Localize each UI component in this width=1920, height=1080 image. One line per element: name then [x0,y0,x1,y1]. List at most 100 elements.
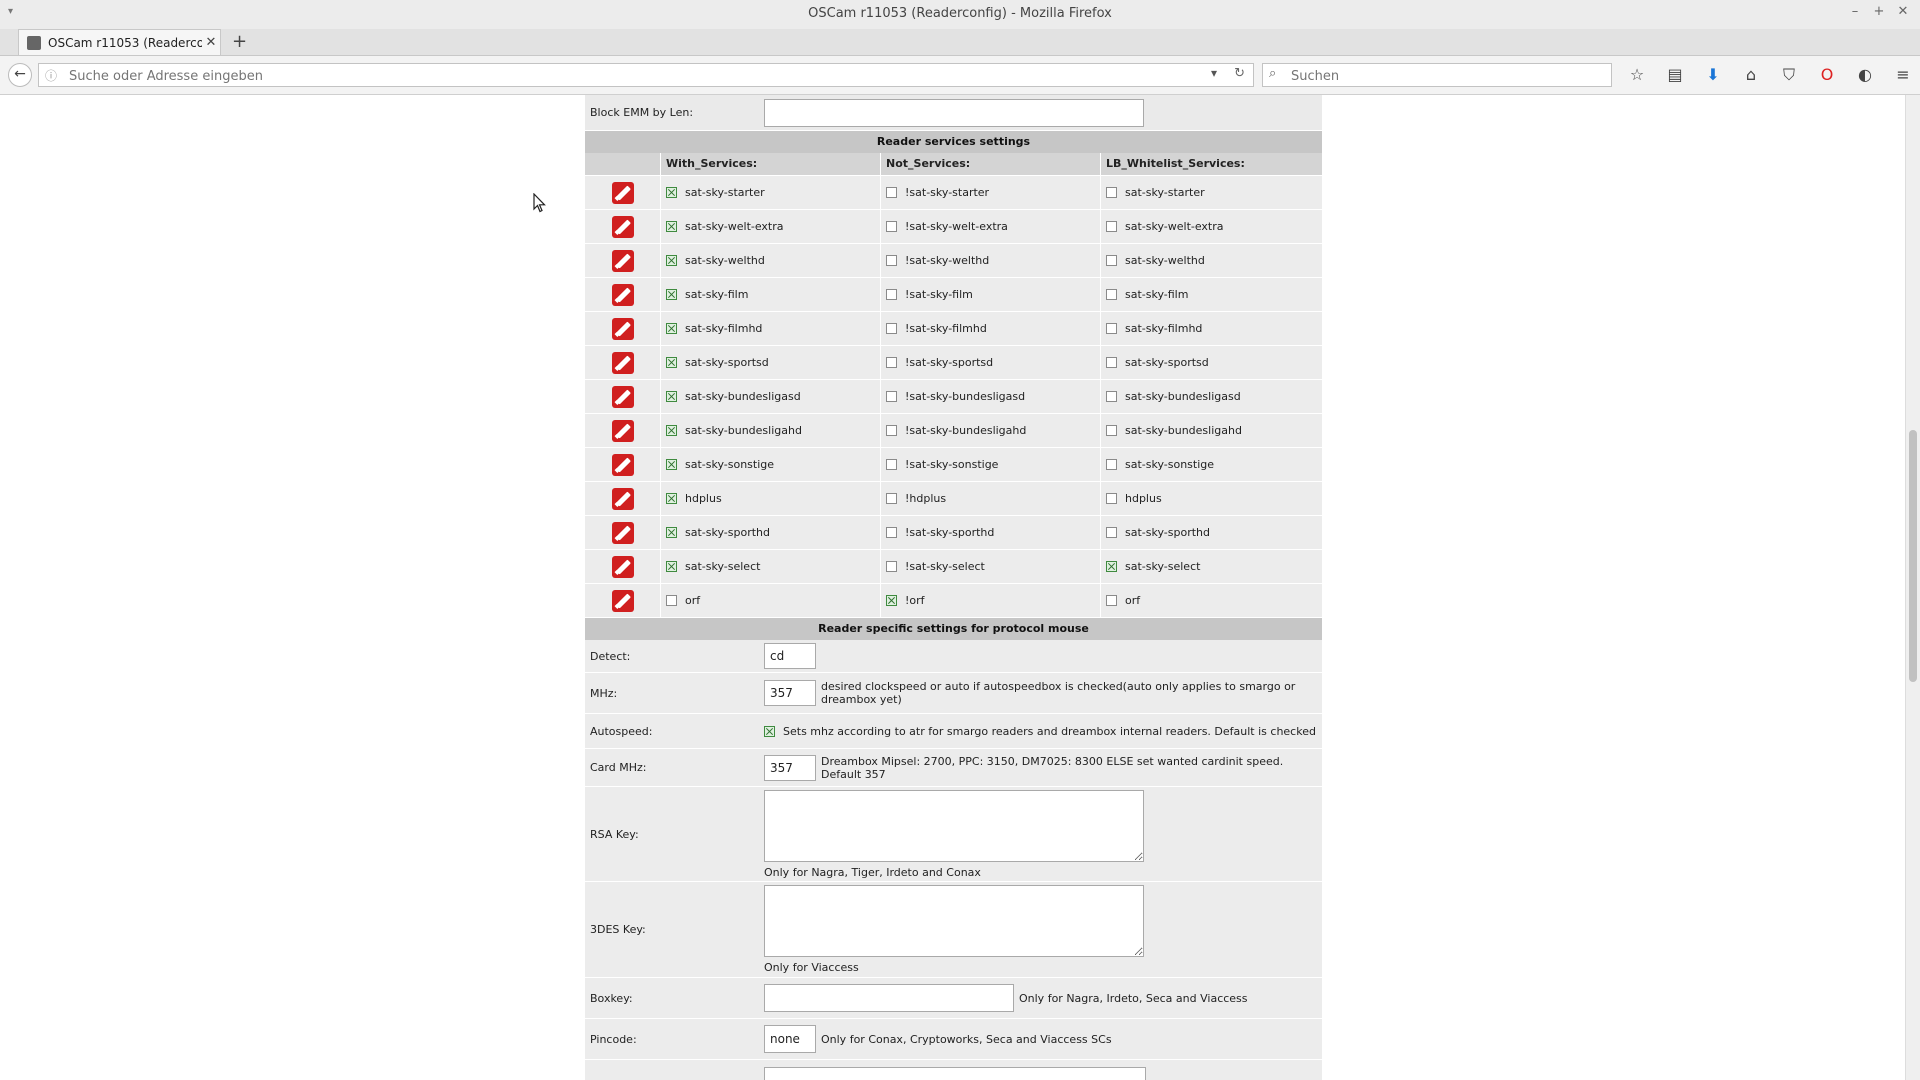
minimize-icon[interactable]: – [1848,4,1862,19]
with-service-checkbox[interactable] [666,289,677,300]
not-service-label: !sat-sky-welt-extra [905,220,1008,233]
tab-close-icon[interactable]: ✕ [202,35,220,50]
rsa-key-textarea[interactable] [764,789,1144,862]
not-service-checkbox[interactable] [886,595,897,606]
3des-key-textarea[interactable] [764,885,1144,957]
not-service-checkbox[interactable] [886,255,897,266]
with-service-checkbox[interactable] [666,323,677,334]
lb-whitelist-cell: sat-sky-film [1100,278,1322,311]
lb-whitelist-checkbox[interactable] [1106,255,1117,266]
maximize-icon[interactable]: + [1872,4,1886,19]
services-header: With_Services: Not_Services: LB_Whitelis… [585,153,1322,176]
with-service-checkbox[interactable] [666,425,677,436]
mhz-input[interactable] [764,680,816,706]
bookmark-star-icon[interactable]: ☆ [1624,64,1650,86]
not-service-checkbox[interactable] [886,561,897,572]
lb-whitelist-checkbox[interactable] [1106,391,1117,402]
lb-whitelist-checkbox[interactable] [1106,289,1117,300]
with-service-checkbox[interactable] [666,221,677,232]
with-service-checkbox[interactable] [666,561,677,572]
edit-service-icon[interactable] [611,385,634,408]
lb-whitelist-cell: sat-sky-bundesligasd [1100,380,1322,413]
with-service-checkbox[interactable] [666,493,677,504]
reload-icon[interactable]: ↻ [1234,66,1245,81]
url-history-dropdown-icon[interactable]: ▾ [1211,66,1217,80]
autospeed-note: Sets mhz according to atr for smargo rea… [783,724,1316,738]
site-info-icon[interactable]: ⓘ [45,67,57,84]
reader-view-icon[interactable]: ▤ [1662,64,1688,86]
lb-whitelist-checkbox[interactable] [1106,425,1117,436]
page-content: Block EMM by Len: Reader services settin… [0,95,1905,1080]
edit-service-icon[interactable] [611,351,634,374]
with-service-checkbox[interactable] [666,187,677,198]
lb-whitelist-checkbox[interactable] [1106,187,1117,198]
lb-whitelist-checkbox[interactable] [1106,357,1117,368]
not-service-checkbox[interactable] [886,391,897,402]
not-service-checkbox[interactable] [886,459,897,470]
edit-service-icon[interactable] [611,419,634,442]
with-service-label: sat-sky-bundesligahd [685,424,802,437]
lb-whitelist-checkbox[interactable] [1106,221,1117,232]
home-icon[interactable]: ⌂ [1738,64,1764,86]
edit-service-icon[interactable] [611,589,634,612]
tab-oscam[interactable]: OSCam r11053 (Readercon ✕ [18,29,221,55]
services-section-title: Reader services settings [585,131,1322,153]
with-service-checkbox[interactable] [666,391,677,402]
not-service-checkbox[interactable] [886,357,897,368]
edit-service-icon[interactable] [611,215,634,238]
not-service-checkbox[interactable] [886,493,897,504]
hamburger-menu-icon[interactable]: ≡ [1890,64,1916,86]
autospeed-checkbox[interactable] [764,725,775,737]
url-bar[interactable]: ⓘ ▾ ↻ [38,63,1254,87]
edit-service-icon[interactable] [611,487,634,510]
search-input[interactable] [1289,66,1603,86]
with-service-checkbox[interactable] [666,595,677,606]
next-setting-input[interactable] [764,1066,1146,1080]
block-emm-input[interactable] [764,98,1144,127]
edit-service-icon[interactable] [611,453,634,476]
close-window-icon[interactable]: ✕ [1896,4,1910,19]
service-row: sat-sky-bundesligasd !sat-sky-bundesligas… [585,380,1322,414]
lb-whitelist-checkbox[interactable] [1106,561,1117,572]
service-row: sat-sky-welthd !sat-sky-welthd sat-sky-wel… [585,244,1322,278]
edit-service-icon[interactable] [611,181,634,204]
downloads-icon[interactable]: ⬇ [1700,64,1726,86]
not-service-checkbox[interactable] [886,289,897,300]
lb-whitelist-checkbox[interactable] [1106,323,1117,334]
edit-service-icon[interactable] [611,283,634,306]
scrollbar-thumb[interactable] [1909,430,1917,682]
edit-service-icon[interactable] [611,249,634,272]
boxkey-input[interactable] [764,984,1014,1012]
lb-whitelist-checkbox[interactable] [1106,595,1117,606]
mouse-cursor-icon [533,193,546,213]
with-service-checkbox[interactable] [666,357,677,368]
search-bar[interactable]: ⌕ [1262,63,1612,87]
lb-whitelist-checkbox[interactable] [1106,459,1117,470]
service-edit-cell [585,278,660,311]
new-tab-icon[interactable]: + [232,31,247,52]
with-service-cell: sat-sky-sonstige [660,448,880,481]
account-icon[interactable]: ◐ [1852,64,1878,86]
with-service-checkbox[interactable] [666,255,677,266]
not-service-checkbox[interactable] [886,527,897,538]
detect-input[interactable] [764,643,816,669]
with-service-checkbox[interactable] [666,459,677,470]
lb-whitelist-checkbox[interactable] [1106,493,1117,504]
with-service-checkbox[interactable] [666,527,677,538]
edit-service-icon[interactable] [611,555,634,578]
lb-whitelist-checkbox[interactable] [1106,527,1117,538]
not-service-checkbox[interactable] [886,187,897,198]
edit-service-icon[interactable] [611,317,634,340]
pincode-input[interactable] [764,1025,816,1053]
url-input[interactable] [67,66,1211,86]
not-service-checkbox[interactable] [886,323,897,334]
page-scrollbar[interactable] [1905,95,1920,1080]
not-service-checkbox[interactable] [886,425,897,436]
pocket-icon[interactable]: ⛉ [1776,64,1802,86]
with-service-label: sat-sky-starter [685,186,765,199]
card-mhz-input[interactable] [764,754,816,781]
back-button[interactable]: ← [8,63,32,87]
not-service-checkbox[interactable] [886,221,897,232]
opera-addon-icon[interactable]: O [1814,64,1840,86]
edit-service-icon[interactable] [611,521,634,544]
